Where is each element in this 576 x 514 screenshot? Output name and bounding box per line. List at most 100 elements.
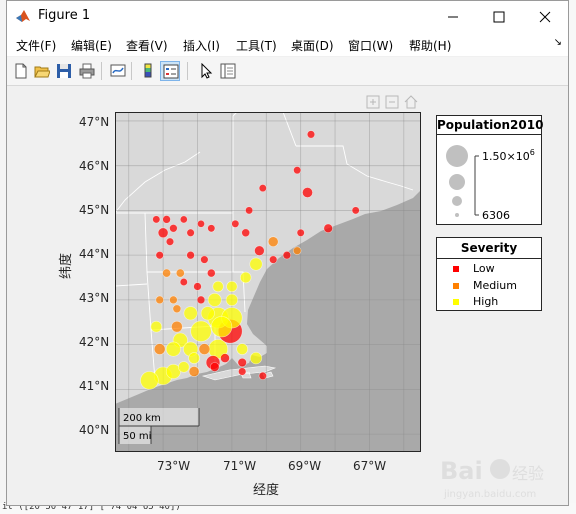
- bubble-medium[interactable]: [175, 268, 185, 278]
- bubble-low[interactable]: [200, 255, 209, 264]
- bubble-low[interactable]: [196, 295, 206, 305]
- save-icon: [57, 64, 71, 78]
- bubble-low[interactable]: [162, 215, 171, 224]
- zoom-in-icon[interactable]: [366, 95, 380, 109]
- bubble-low[interactable]: [254, 245, 265, 256]
- new-figure-button[interactable]: [11, 61, 31, 81]
- bubble-low[interactable]: [237, 357, 247, 368]
- menu-edit[interactable]: 编辑(E): [71, 37, 112, 54]
- bubble-low[interactable]: [220, 353, 230, 363]
- link-plot-button[interactable]: [108, 61, 128, 81]
- size-legend[interactable]: Population2010 1.50×106 6306: [436, 115, 543, 225]
- bubble-low[interactable]: [179, 278, 188, 287]
- scalebar-km-label: 200 km: [123, 413, 161, 424]
- bubble-high[interactable]: [190, 320, 212, 342]
- dock-icon[interactable]: ↘: [554, 37, 562, 48]
- toolbar-separator: [131, 62, 132, 80]
- minimize-button[interactable]: [430, 1, 476, 32]
- ytick-label: 40°N: [79, 423, 110, 437]
- insert-legend-button[interactable]: [160, 61, 180, 81]
- bubble-low[interactable]: [302, 187, 313, 198]
- bubble-high[interactable]: [178, 361, 190, 373]
- bubble-low[interactable]: [293, 166, 302, 175]
- bubble-low[interactable]: [209, 362, 220, 372]
- bubble-low[interactable]: [186, 228, 195, 237]
- bubble-medium[interactable]: [155, 295, 164, 305]
- severity-legend[interactable]: Severity Low Medium High: [436, 237, 542, 311]
- bubble-high[interactable]: [183, 306, 198, 321]
- bubble-medium[interactable]: [153, 343, 166, 355]
- bubble-medium[interactable]: [171, 320, 183, 333]
- bubble-low[interactable]: [245, 206, 254, 215]
- geobubble-map[interactable]: 200 km 50 mi: [115, 112, 421, 452]
- bubble-low[interactable]: [186, 251, 195, 260]
- bubble-high[interactable]: [150, 320, 163, 333]
- print-button[interactable]: [77, 61, 97, 81]
- menu-view[interactable]: 查看(V): [126, 37, 168, 54]
- bubble-high[interactable]: [200, 306, 215, 321]
- menu-window[interactable]: 窗口(W): [348, 37, 393, 54]
- bubble-low[interactable]: [238, 367, 247, 376]
- bubble-high[interactable]: [188, 352, 200, 364]
- close-button[interactable]: [522, 1, 568, 32]
- bubble-high[interactable]: [226, 280, 238, 293]
- bubble-low[interactable]: [157, 227, 169, 239]
- bubble-low[interactable]: [258, 184, 267, 193]
- bubble-low[interactable]: [207, 224, 216, 233]
- bubble-medium[interactable]: [169, 295, 178, 305]
- insert-colorbar-button[interactable]: [138, 61, 158, 81]
- bubble-low[interactable]: [296, 228, 305, 237]
- link-plot-icon: [110, 64, 126, 77]
- bubble-low[interactable]: [152, 215, 161, 224]
- bubble-medium[interactable]: [188, 366, 200, 377]
- bubble-high[interactable]: [249, 257, 263, 271]
- bubble-low[interactable]: [282, 251, 292, 260]
- zoom-out-icon[interactable]: [385, 95, 399, 109]
- x-axis-label: 经度: [253, 483, 280, 498]
- bubble-high[interactable]: [212, 280, 224, 293]
- bubble-medium[interactable]: [162, 268, 171, 278]
- bubble-low[interactable]: [241, 228, 250, 238]
- bubble-medium[interactable]: [293, 246, 302, 255]
- open-file-button[interactable]: [32, 61, 52, 81]
- menu-desktop[interactable]: 桌面(D): [291, 37, 334, 54]
- bubble-low[interactable]: [258, 371, 267, 381]
- bubble-high[interactable]: [207, 292, 222, 307]
- bubble-low[interactable]: [269, 255, 278, 264]
- bubble-low[interactable]: [207, 268, 216, 278]
- menu-help[interactable]: 帮助(H): [409, 37, 451, 54]
- property-inspector-button[interactable]: [218, 61, 238, 81]
- bubble-high[interactable]: [210, 316, 233, 338]
- edit-plot-button[interactable]: [196, 61, 216, 81]
- bubble-high[interactable]: [249, 352, 263, 365]
- maximize-button[interactable]: [476, 1, 522, 32]
- save-button[interactable]: [54, 61, 74, 81]
- bubble-medium[interactable]: [172, 304, 182, 314]
- bubble-low[interactable]: [169, 224, 178, 233]
- menu-insert[interactable]: 插入(I): [183, 37, 220, 54]
- ytick-label: 47°N: [79, 115, 110, 129]
- ytick-label: 42°N: [79, 335, 110, 349]
- menu-file[interactable]: 文件(F): [16, 37, 56, 54]
- bubble-high[interactable]: [165, 341, 181, 357]
- bubble-high[interactable]: [140, 371, 159, 390]
- ytick-label: 45°N: [79, 203, 110, 217]
- bubble-medium[interactable]: [267, 236, 279, 247]
- bubble-high[interactable]: [225, 293, 238, 306]
- bubble-low[interactable]: [179, 215, 188, 224]
- bubble-low[interactable]: [306, 130, 316, 139]
- legend-swatch-high: [453, 299, 459, 305]
- bubble-high[interactable]: [239, 271, 252, 284]
- home-icon[interactable]: [404, 95, 418, 109]
- menu-tools[interactable]: 工具(T): [236, 37, 277, 54]
- menu-bar: 文件(F) 编辑(E) 查看(V) 插入(I) 工具(T) 桌面(D) 窗口(W…: [7, 32, 568, 56]
- bubble-low[interactable]: [197, 219, 205, 228]
- bubble-high[interactable]: [236, 343, 248, 355]
- bubble-low[interactable]: [231, 219, 240, 228]
- bubble-low[interactable]: [155, 251, 164, 260]
- bubble-medium[interactable]: [198, 343, 211, 355]
- bubble-low[interactable]: [165, 237, 175, 246]
- bubble-low[interactable]: [323, 223, 333, 234]
- bubble-low[interactable]: [193, 282, 202, 291]
- bubble-low[interactable]: [351, 206, 360, 215]
